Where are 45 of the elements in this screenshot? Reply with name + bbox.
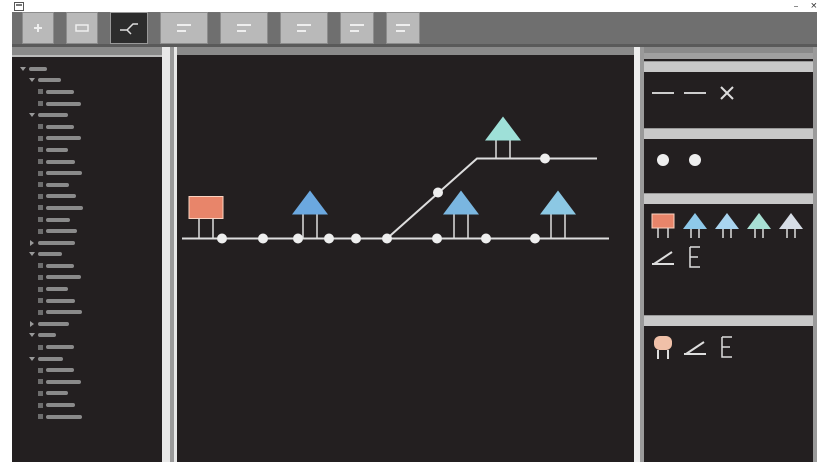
item-icon: [38, 136, 43, 141]
signal-icon[interactable]: [746, 212, 772, 238]
sign-icon[interactable]: [650, 212, 676, 238]
close-button[interactable]: ×: [810, 0, 817, 12]
collapse-icon[interactable]: [29, 356, 35, 362]
lines-icon: [174, 21, 194, 35]
item-icon: [38, 379, 43, 384]
expand-icon[interactable]: [29, 320, 35, 327]
signal-icon[interactable]: [714, 212, 740, 238]
item-icon: [38, 402, 43, 408]
minimize-button[interactable]: －: [792, 0, 801, 12]
item-icon: [38, 390, 43, 396]
item-icon: [38, 170, 43, 176]
item-icon: [38, 228, 43, 234]
lines-icon: [294, 21, 314, 35]
collapse-icon[interactable]: [29, 332, 35, 338]
item-icon: [38, 286, 43, 292]
collapse-icon[interactable]: [29, 77, 35, 84]
collapse-icon[interactable]: [20, 66, 26, 72]
item-icon: [38, 217, 43, 222]
signal-icon[interactable]: [682, 212, 708, 238]
item-icon: [38, 101, 43, 106]
item-icon: [38, 147, 43, 152]
item-icon: [38, 298, 43, 304]
lines-icon: [347, 21, 367, 35]
item-icon: [38, 274, 43, 280]
item-icon: [38, 310, 43, 315]
item-icon: [38, 263, 43, 268]
collapse-icon[interactable]: [29, 251, 35, 258]
item-icon: [38, 182, 43, 188]
item-icon: [38, 89, 43, 94]
item-icon: [38, 159, 43, 164]
item-icon: [38, 414, 43, 420]
item-icon: [38, 194, 43, 199]
item-icon: [38, 344, 43, 350]
lines-icon: [234, 21, 254, 35]
item-icon: [38, 205, 43, 210]
lines-icon: [393, 21, 413, 35]
item-icon: [38, 368, 43, 373]
collapse-icon[interactable]: [29, 112, 35, 118]
track-icon: [119, 21, 139, 35]
expand-icon[interactable]: [29, 240, 35, 246]
tool-button[interactable]: [110, 12, 148, 44]
item-icon: [38, 124, 43, 130]
signal-icon[interactable]: [778, 212, 804, 238]
